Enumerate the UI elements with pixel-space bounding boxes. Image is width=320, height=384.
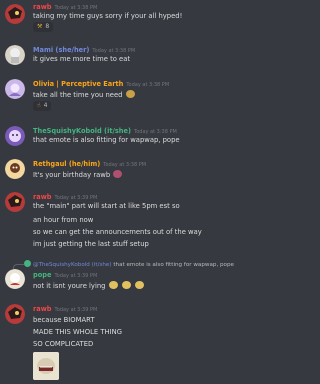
- timestamp: Today at 3:38 PM: [92, 48, 136, 54]
- crying-emote-icon[interactable]: [121, 281, 131, 289]
- timestamp: Today at 3:39 PM: [54, 273, 98, 279]
- message-line: It's your birthday rawb: [33, 170, 123, 179]
- username[interactable]: Rethgaul (he/him): [33, 160, 100, 168]
- reply-text: that emote is also fitting for wapwap, p…: [111, 262, 234, 268]
- avatar[interactable]: [5, 304, 25, 324]
- avatar[interactable]: [5, 4, 25, 24]
- hammer-emoji-icon: ⚒: [37, 23, 43, 30]
- message-text: take all the time you need: [33, 91, 123, 99]
- reaction-button[interactable]: ⚒ 8: [33, 22, 54, 32]
- reply-preview[interactable]: @TheSquishyKobold (it/she) that emote is…: [24, 260, 234, 269]
- message-text: an hour from now: [33, 216, 94, 224]
- message-text: MADE THIS WHOLE THING: [33, 328, 122, 336]
- reaction-count: 4: [43, 102, 48, 109]
- avatar[interactable]: [5, 79, 25, 99]
- avatar[interactable]: [5, 192, 25, 212]
- username[interactable]: rawb: [33, 3, 52, 11]
- message-text: SO COMPLICATED: [33, 340, 94, 348]
- avatar[interactable]: [5, 159, 25, 179]
- avatar[interactable]: [5, 126, 25, 146]
- message-text: the "main" part will start at like 5pm e…: [33, 202, 180, 210]
- username[interactable]: Mami (she/her): [33, 46, 89, 54]
- message-text: It's your birthday rawb: [33, 171, 111, 179]
- reply-mention[interactable]: @TheSquishyKobold (it/she): [33, 262, 112, 268]
- message-text: because BIOMART: [33, 316, 95, 324]
- crying-emote-icon[interactable]: [134, 281, 144, 289]
- message-text: taking my time guys sorry if your all hy…: [33, 12, 183, 20]
- reaction-count: 8: [45, 23, 50, 30]
- message-text: im just getting the last stuff setup: [33, 240, 149, 248]
- reaction-button[interactable]: ☝ 4: [33, 101, 52, 111]
- username[interactable]: pope: [33, 271, 51, 279]
- timestamp: Today at 3:39 PM: [54, 195, 98, 201]
- timestamp: Today at 3:39 PM: [54, 307, 98, 313]
- crying-emote-icon[interactable]: [108, 281, 118, 289]
- timestamp: Today at 3:38 PM: [134, 129, 177, 135]
- avatar[interactable]: [5, 269, 25, 289]
- message-line: take all the time you need: [33, 90, 136, 99]
- meme-face-image: [33, 352, 59, 380]
- timestamp: Today at 3:38 PM: [54, 5, 98, 11]
- message-line: not it isnt youre lying: [33, 281, 145, 290]
- pointing-hand-emoji-icon: ☝: [37, 102, 41, 109]
- image-attachment[interactable]: [33, 352, 59, 380]
- username[interactable]: rawb: [33, 193, 52, 201]
- reply-avatar: [24, 260, 31, 267]
- custom-emote-icon[interactable]: [125, 90, 135, 98]
- custom-emote-icon[interactable]: [113, 170, 123, 178]
- username[interactable]: Olivia | Perceptive Earth: [33, 80, 123, 88]
- timestamp: Today at 3:38 PM: [103, 162, 147, 168]
- message-text: so we can get the announcements out of t…: [33, 228, 202, 236]
- avatar[interactable]: [5, 45, 25, 65]
- timestamp: Today at 3:38 PM: [126, 82, 170, 88]
- message-text: that emote is also fitting for wapwap, p…: [33, 136, 180, 144]
- username[interactable]: rawb: [33, 305, 52, 313]
- message-text: not it isnt youre lying: [33, 282, 106, 290]
- chat-log: rawb Today at 3:38 PM taking my time guys…: [0, 0, 293, 384]
- username[interactable]: TheSquishyKobold (it/she): [33, 127, 131, 135]
- message-text: it gives me more time to eat: [33, 55, 131, 63]
